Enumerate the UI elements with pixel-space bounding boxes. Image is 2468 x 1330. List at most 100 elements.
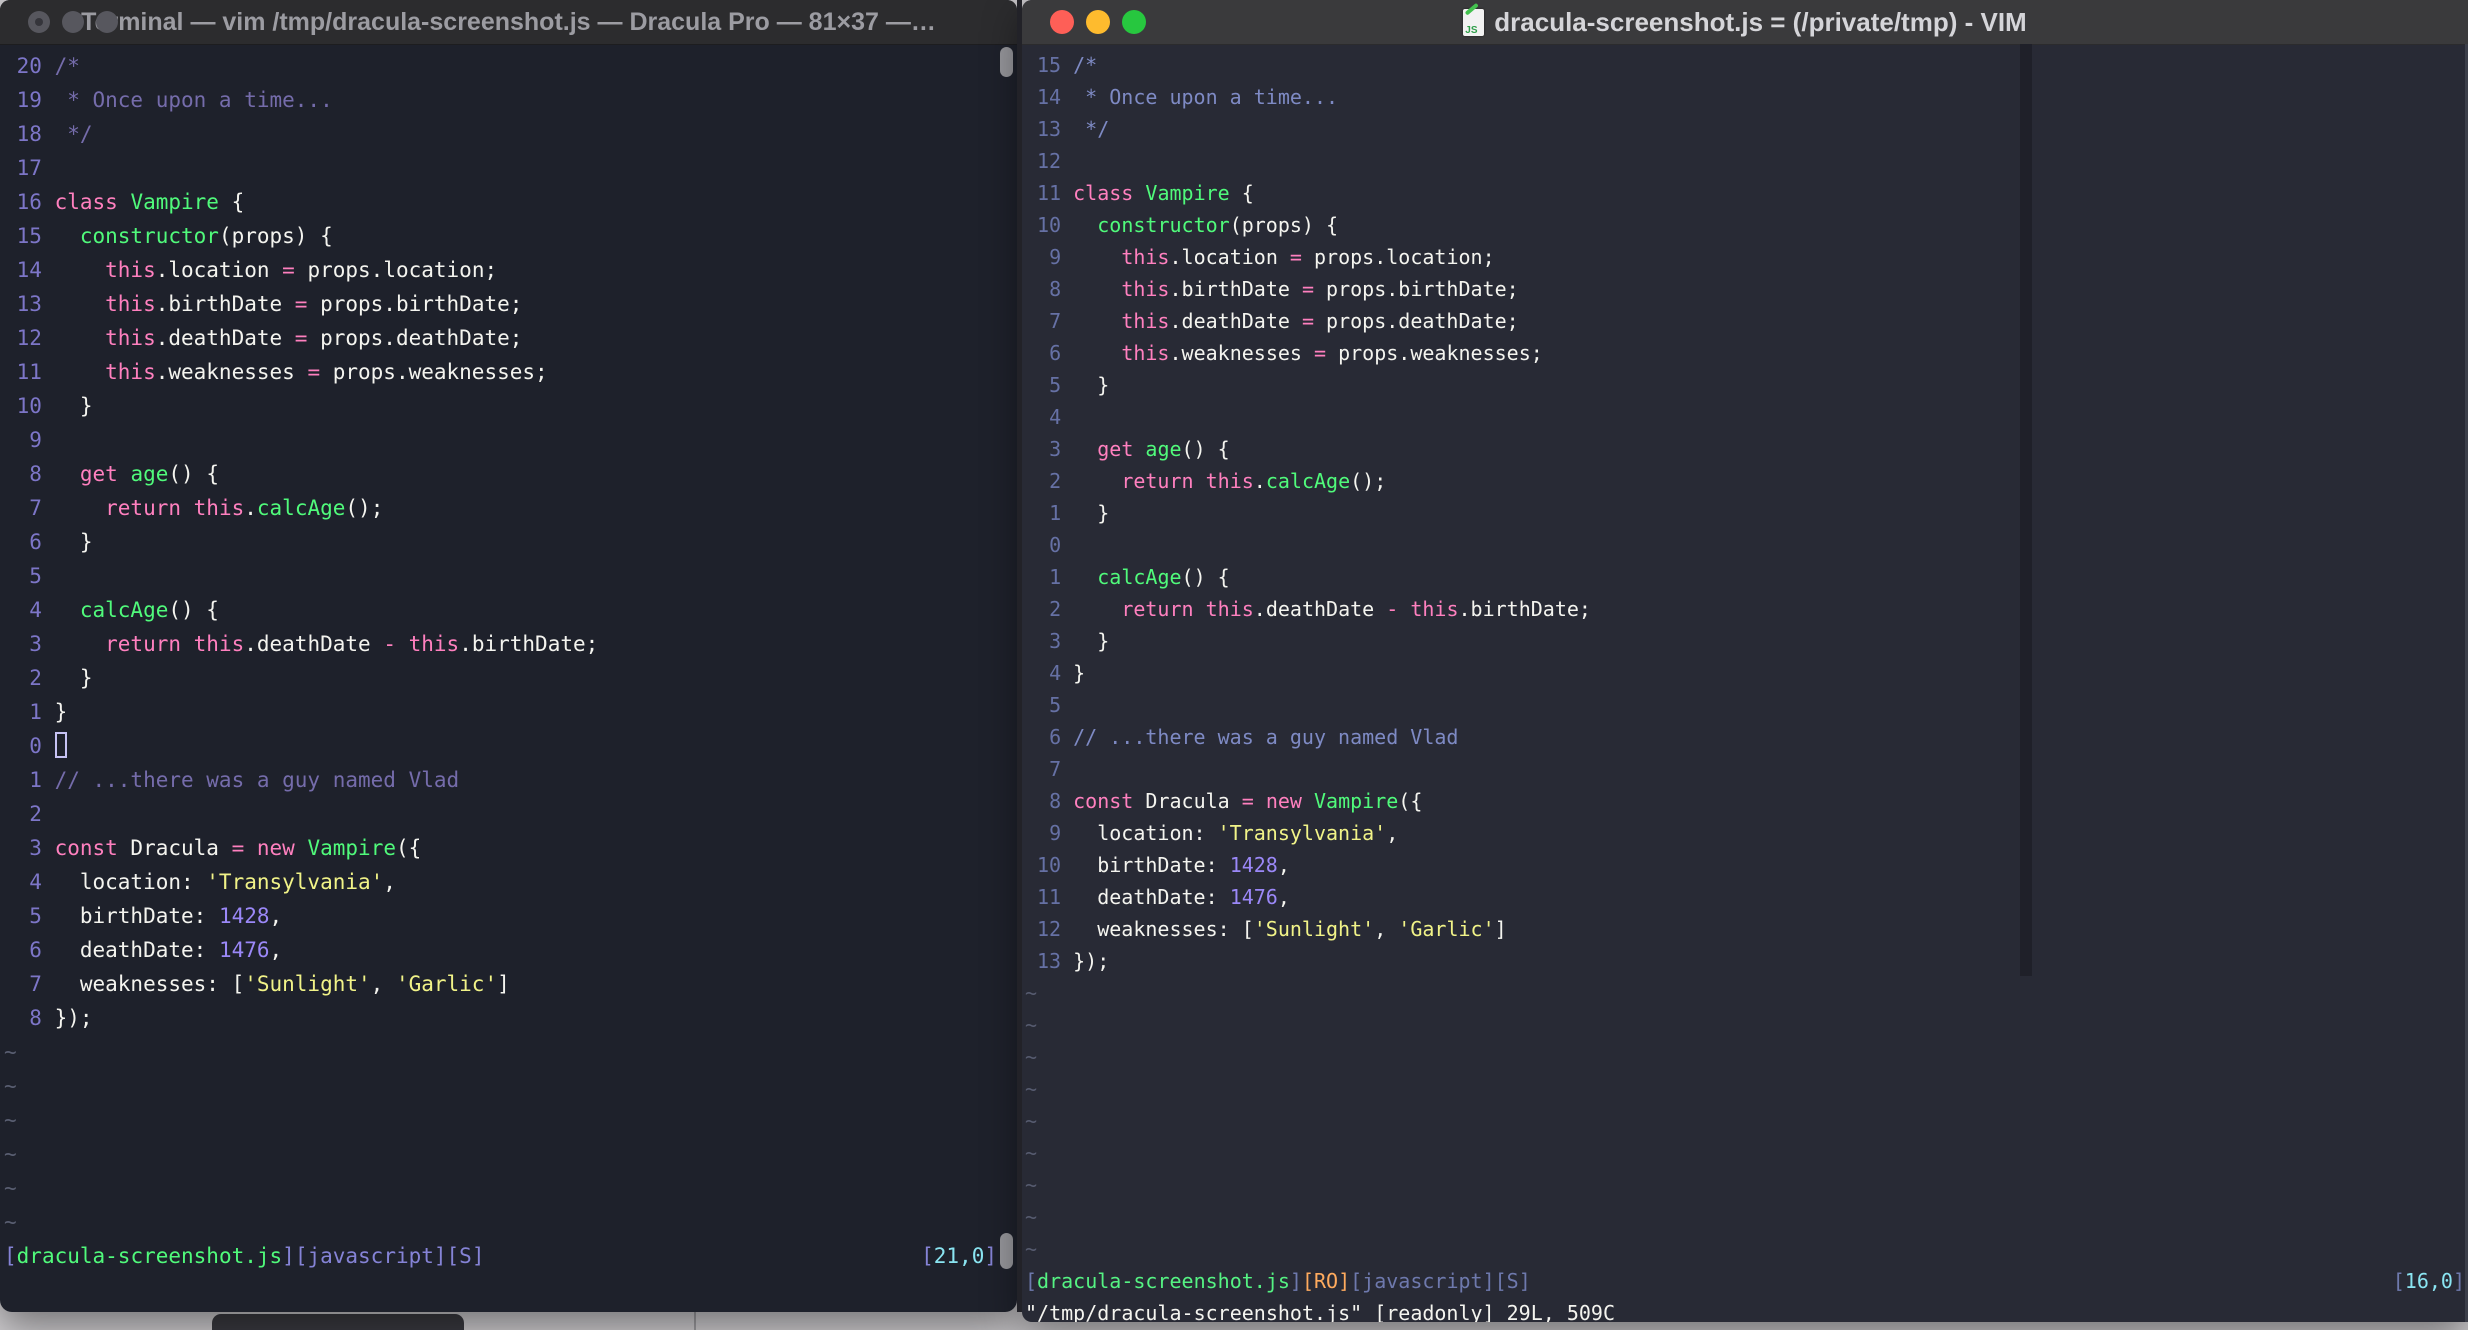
- close-button[interactable]: [28, 11, 50, 33]
- code-line: 6 // ...there was a guy named Vlad: [1025, 721, 2468, 753]
- token: () {: [168, 462, 219, 486]
- line-number: 2: [29, 802, 42, 826]
- token: deathDate:: [54, 938, 219, 962]
- code-line: 2: [4, 797, 1017, 831]
- statusline-segment: ][javascript][S]: [282, 1244, 485, 1268]
- token: () {: [1181, 437, 1230, 461]
- token: ,: [1277, 885, 1290, 909]
- code-line: 6 }: [4, 525, 1017, 559]
- line-number: 5: [1049, 373, 1062, 397]
- code-line: 3 get age() {: [1025, 433, 2468, 465]
- token: ,: [269, 904, 283, 928]
- token: props.deathDate;: [307, 326, 523, 350]
- code-line: 9 this.location = props.location;: [1025, 241, 2468, 273]
- token: Vampire: [130, 190, 219, 214]
- scrollbar-thumb[interactable]: [1000, 1233, 1013, 1269]
- zoom-button[interactable]: [96, 11, 118, 33]
- code-line: 13});: [1025, 945, 2468, 977]
- token: .deathDate: [1253, 597, 1387, 621]
- token: Dracula: [1133, 789, 1242, 813]
- token: */: [1073, 117, 1110, 141]
- token: (props) {: [1229, 213, 1339, 237]
- line-number: 6: [1049, 725, 1062, 749]
- code-line: 8 const Dracula = new Vampire({: [1025, 785, 2468, 817]
- terminal-window[interactable]: Terminal — vim /tmp/dracula-screenshot.j…: [0, 0, 1017, 1312]
- line-number: 14: [1037, 85, 1062, 109]
- token: ]: [497, 972, 510, 996]
- token: weaknesses: [: [54, 972, 245, 996]
- token: .deathDate: [1169, 309, 1302, 333]
- cursor-position: ]: [984, 1244, 997, 1268]
- token: =: [1313, 341, 1327, 365]
- window-gap: [1017, 0, 1022, 1312]
- token: constructor: [79, 224, 219, 248]
- line-number: 9: [1049, 821, 1062, 845]
- macvim-titlebar[interactable]: JS dracula-screenshot.js = (/private/tmp…: [1022, 0, 2468, 45]
- token: () {: [168, 598, 219, 622]
- vim-buffer-macvim[interactable]: 15/* 14 * Once upon a time... 13 */12 11 cla…: [1022, 45, 2468, 1322]
- token: 1428: [1229, 853, 1278, 877]
- token: ,: [1374, 917, 1399, 941]
- cursor-position: 21,0: [933, 1244, 985, 1268]
- code-line: 1 // ...there was a guy named Vlad: [4, 763, 1017, 797]
- desktop: Terminal — vim /tmp/dracula-screenshot.j…: [0, 0, 2468, 1330]
- code-line: 19 * Once upon a time...: [4, 83, 1017, 117]
- line-number: 5: [1049, 693, 1062, 717]
- token: props.birthDate;: [1313, 277, 1519, 301]
- token: .: [244, 496, 257, 520]
- token: 1428: [218, 904, 270, 928]
- token: 'Garlic': [1398, 917, 1495, 941]
- code-line: 3 }: [1025, 625, 2468, 657]
- document-proxy-icon[interactable]: JS: [1463, 2, 1485, 36]
- tilde: ~: [1025, 1237, 1038, 1261]
- token: =: [1301, 309, 1314, 333]
- token: .: [1253, 469, 1266, 493]
- minimize-button[interactable]: [1086, 10, 1110, 34]
- token: new: [1265, 789, 1302, 813]
- scrollbar-thumb[interactable]: [1000, 47, 1013, 77]
- token: .weaknesses: [1169, 341, 1314, 365]
- traffic-lights: [28, 0, 130, 44]
- cmdline-message: "/tmp/dracula-screenshot.js" [readonly] …: [1025, 1301, 1616, 1322]
- line-number: 3: [29, 632, 42, 656]
- code-line: 0: [1025, 529, 2468, 561]
- token: Vampire: [1145, 181, 1230, 205]
- token: this: [105, 326, 156, 350]
- line-number: 19: [16, 88, 42, 112]
- line-number: 14: [16, 258, 42, 282]
- macvim-window[interactable]: JS dracula-screenshot.js = (/private/tmp…: [1022, 0, 2468, 1322]
- vim-buffer-terminal[interactable]: 20/* 19 * Once upon a time... 18 */17 16 cla…: [0, 45, 1017, 1273]
- code-line: 11 this.weaknesses = props.weaknesses;: [4, 355, 1017, 389]
- line-number: 4: [29, 870, 42, 894]
- line-number: 11: [1037, 885, 1062, 909]
- line-number: 4: [1049, 405, 1062, 429]
- code-line: 10 }: [4, 389, 1017, 423]
- close-button[interactable]: [1050, 10, 1074, 34]
- zoom-button[interactable]: [1122, 10, 1146, 34]
- token: const: [1073, 789, 1134, 813]
- cursor-position: [: [2392, 1269, 2405, 1293]
- line-number: 1: [29, 768, 42, 792]
- line-number: 11: [16, 360, 42, 384]
- line-number: 3: [1049, 437, 1062, 461]
- js-badge: JS: [1465, 24, 1478, 36]
- token: ]: [1494, 917, 1507, 941]
- terminal-titlebar[interactable]: Terminal — vim /tmp/dracula-screenshot.j…: [0, 0, 1017, 45]
- code-line: 5: [4, 559, 1017, 593]
- vim-cmdline: "/tmp/dracula-screenshot.js" [readonly] …: [1025, 1297, 2468, 1322]
- token: {: [218, 190, 245, 214]
- terminal-window-title: Terminal — vim /tmp/dracula-screenshot.j…: [81, 7, 936, 36]
- vim-cursor: [54, 732, 68, 758]
- minimize-button[interactable]: [62, 11, 84, 33]
